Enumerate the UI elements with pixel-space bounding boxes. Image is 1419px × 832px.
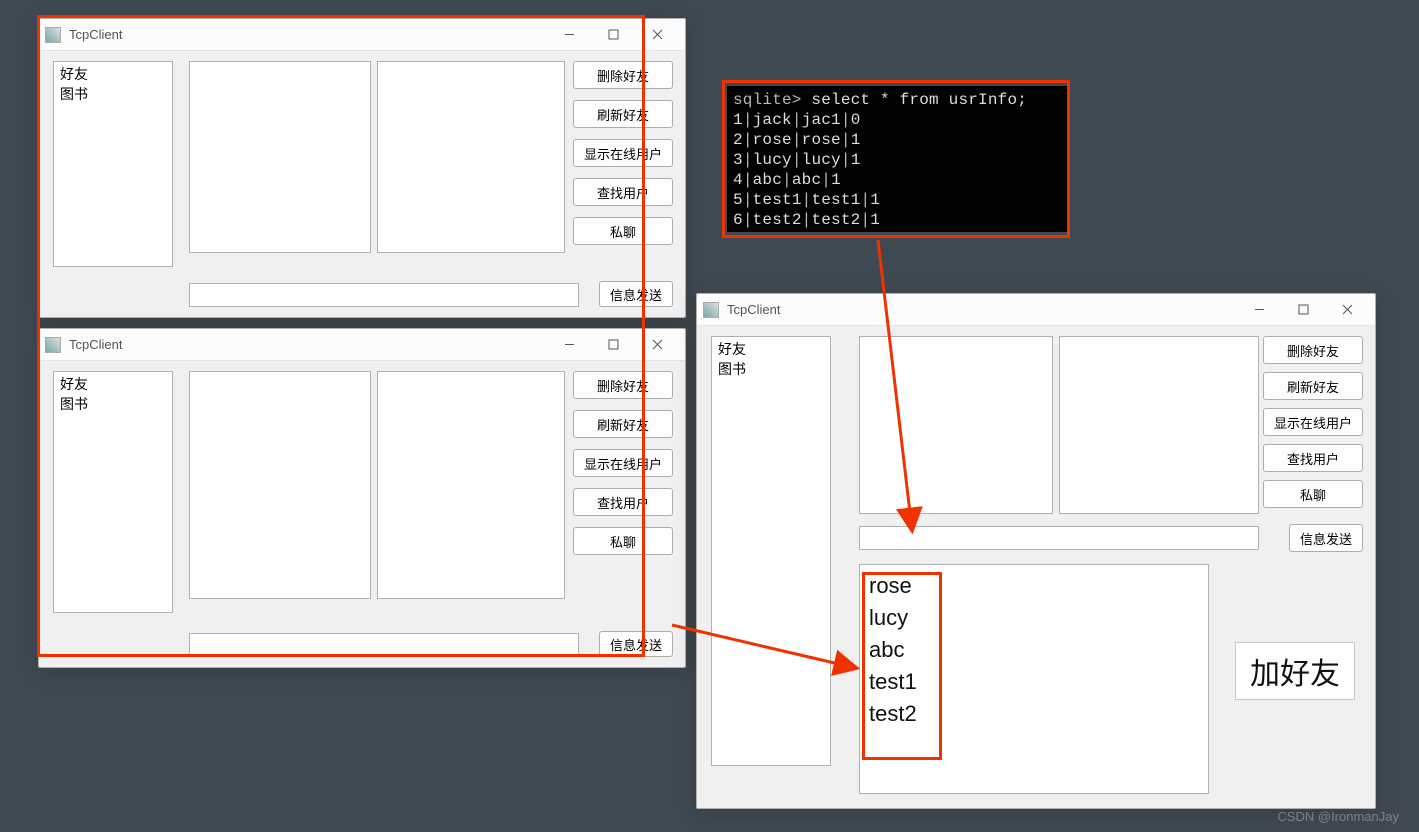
annotation-arrow: [0, 0, 1419, 832]
watermark: CSDN @IronmanJay: [1277, 809, 1399, 824]
